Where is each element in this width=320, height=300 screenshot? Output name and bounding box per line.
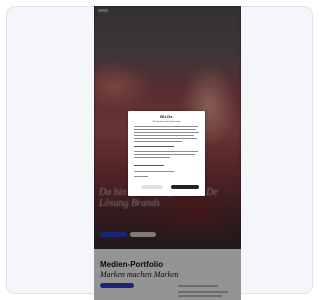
consent-text-line (134, 141, 182, 142)
consent-text-line (134, 129, 196, 130)
consent-text-line (134, 132, 199, 133)
consent-text-line (134, 176, 148, 177)
consent-dialog: BILDs Wir brauchen Ihre Zustimmung (128, 111, 205, 196)
consent-logo: BILDs (160, 114, 173, 119)
consent-text-line (134, 157, 170, 158)
consent-link-line[interactable] (134, 146, 174, 148)
consent-text-line (134, 154, 195, 155)
consent-text-line (134, 126, 198, 127)
consent-link-line[interactable] (134, 165, 164, 167)
consent-settings-button[interactable] (141, 185, 163, 189)
consent-text-line (134, 151, 198, 152)
consent-text-line (134, 135, 194, 136)
consent-title: Wir brauchen Ihre Zustimmung (152, 121, 181, 123)
consent-text-line (134, 171, 174, 172)
consent-accept-button[interactable] (171, 185, 199, 189)
consent-text-line (134, 138, 197, 139)
